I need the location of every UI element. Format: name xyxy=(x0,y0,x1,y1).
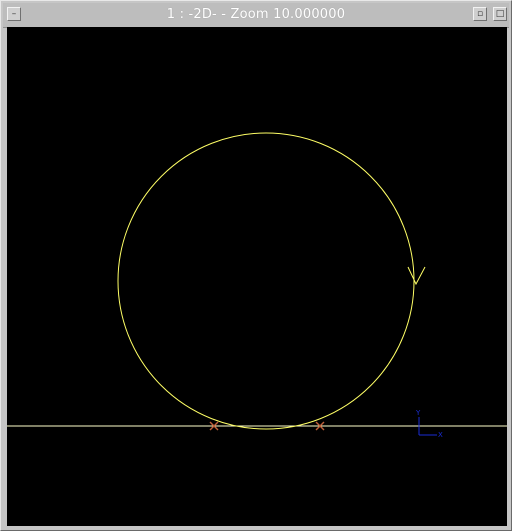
viewport-svg: X Y xyxy=(7,132,507,439)
axis-x-label: X xyxy=(438,431,443,439)
title-bar[interactable]: – 1 : -2D- - Zoom 10.000000 ▫ □ xyxy=(3,3,509,28)
axis-triad-icon: X Y xyxy=(415,409,443,439)
maximize-icon[interactable]: □ xyxy=(493,7,507,21)
window-title: 1 : -2D- - Zoom 10.000000 xyxy=(166,7,346,22)
axis-y-label: Y xyxy=(415,409,421,417)
2d-viewport[interactable]: X Y xyxy=(7,27,507,526)
minimize-icon[interactable]: ▫ xyxy=(473,7,487,21)
app-window: – 1 : -2D- - Zoom 10.000000 ▫ □ X Y xyxy=(0,0,512,531)
circle-curve xyxy=(117,132,415,430)
direction-arrow-icon xyxy=(407,266,426,286)
